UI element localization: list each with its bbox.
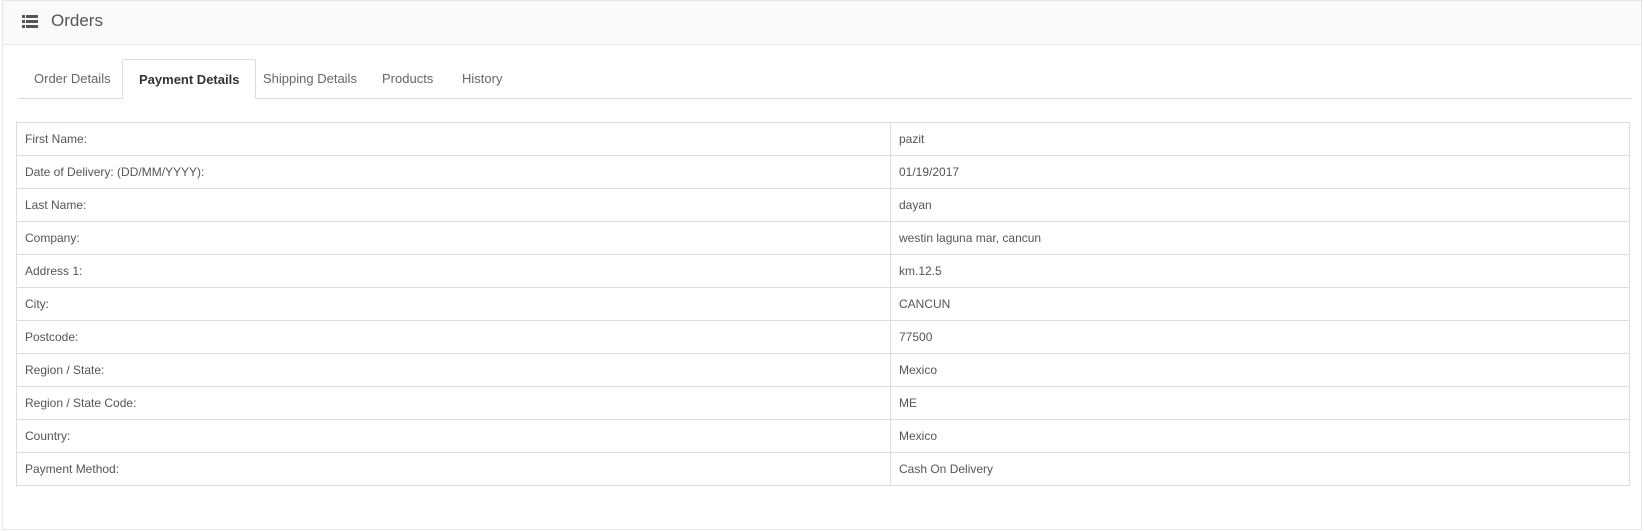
table-row: Region / State: Mexico [16,353,1630,387]
field-value: CANCUN [890,287,1630,321]
tab-history[interactable]: History [446,59,518,98]
table-row: Address 1: km.12.5 [16,254,1630,288]
field-label: Region / State Code: [16,386,891,420]
table-row: Country: Mexico [16,419,1630,453]
table-row: First Name: pazit [16,122,1630,156]
field-label: Last Name: [16,188,891,222]
field-value: km.12.5 [890,254,1630,288]
tab-bar: Order Details Payment Details Shipping D… [18,59,1632,99]
table-row: Last Name: dayan [16,188,1630,222]
page: Orders Order Details Payment Details Shi… [0,0,1644,531]
field-label: Region / State: [16,353,891,387]
field-label: Payment Method: [16,452,891,486]
field-value: Mexico [890,353,1630,387]
field-value: ME [890,386,1630,420]
field-label: Postcode: [16,320,891,354]
field-label: Date of Delivery: (DD/MM/YYYY): [16,155,891,189]
table-row: Date of Delivery: (DD/MM/YYYY): 01/19/20… [16,155,1630,189]
field-label: Country: [16,419,891,453]
table-row: Postcode: 77500 [16,320,1630,354]
field-value: westin laguna mar, cancun [890,221,1630,255]
field-value: Mexico [890,419,1630,453]
field-label: City: [16,287,891,321]
list-icon [22,15,38,28]
field-value: Cash On Delivery [890,452,1630,486]
tab-products[interactable]: Products [366,59,449,98]
panel-heading: Orders [3,1,1641,45]
table-row: City: CANCUN [16,287,1630,321]
field-label: Company: [16,221,891,255]
field-value: pazit [890,122,1630,156]
tab-order-details[interactable]: Order Details [18,59,127,98]
field-label: Address 1: [16,254,891,288]
table-row: Region / State Code: ME [16,386,1630,420]
field-value: 77500 [890,320,1630,354]
table-row: Payment Method: Cash On Delivery [16,452,1630,486]
tab-shipping-details[interactable]: Shipping Details [247,59,373,98]
field-value: 01/19/2017 [890,155,1630,189]
payment-details-table: First Name: pazit Date of Delivery: (DD/… [16,122,1630,486]
page-title: Orders [51,11,103,30]
field-value: dayan [890,188,1630,222]
field-label: First Name: [16,122,891,156]
table-row: Company: westin laguna mar, cancun [16,221,1630,255]
tab-payment-details[interactable]: Payment Details [122,59,257,99]
